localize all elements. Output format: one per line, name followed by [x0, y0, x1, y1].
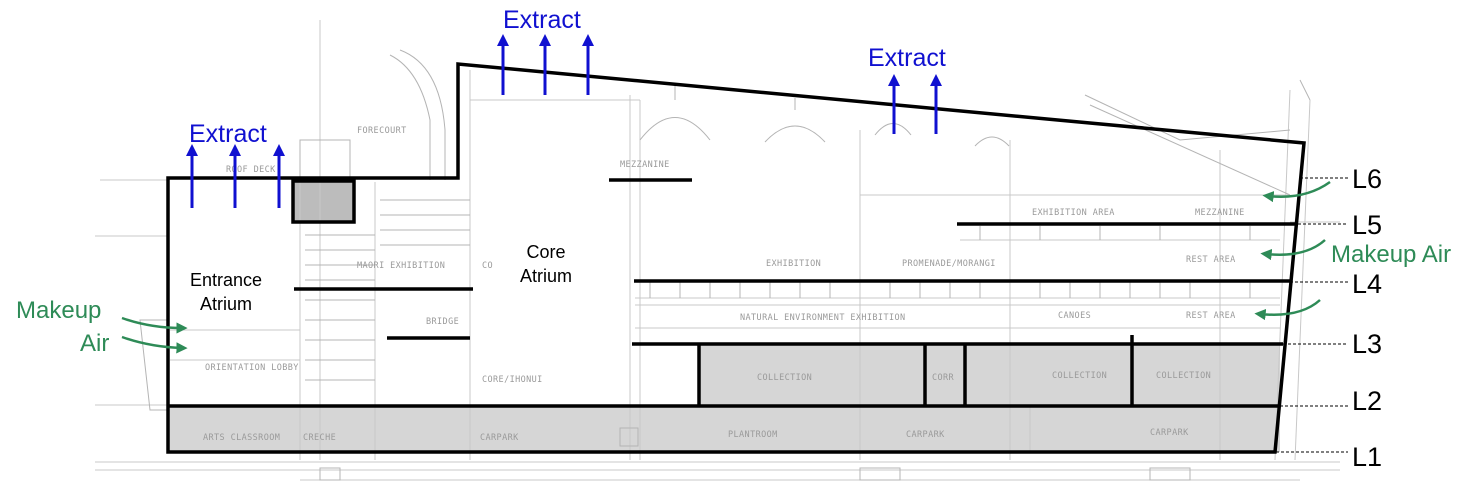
label-canoes: CANOES	[1058, 311, 1091, 321]
level-markers: L6 L5 L4 L3 L2 L1	[1276, 164, 1382, 472]
label-collection-3: COLLECTION	[1156, 371, 1211, 381]
level-label-l5: L5	[1352, 210, 1382, 240]
label-promenade: PROMENADE/MORANGI	[902, 259, 996, 269]
label-exhibition: EXHIBITION	[766, 259, 821, 269]
extract-label-right: Extract	[868, 44, 946, 72]
core-atrium-line2: Atrium	[520, 266, 572, 286]
level-label-l3: L3	[1352, 329, 1382, 359]
makeup-air-left-line1: Makeup	[16, 297, 101, 324]
label-maori-exhibition: MAORI EXHIBITION	[357, 261, 445, 271]
core-atrium-line1: Core	[526, 242, 565, 262]
space-labels: Entrance Atrium Core Atrium	[190, 242, 572, 314]
label-carpark-right: CARPARK	[1150, 428, 1189, 438]
label-collection-2: COLLECTION	[1052, 371, 1107, 381]
label-collection-1: COLLECTION	[757, 373, 812, 383]
extract-arrows-right: Extract	[868, 44, 946, 134]
label-core-ihonui: CORE/IHONUI	[482, 375, 543, 385]
level-label-l1: L1	[1352, 442, 1382, 472]
label-mezzanine-right: MEZZANINE	[1195, 208, 1245, 218]
label-corr: CORR	[932, 373, 955, 383]
label-plantroom: PLANTROOM	[728, 430, 778, 440]
label-orientation-lobby: ORIENTATION LOBBY	[205, 363, 299, 373]
label-mezzanine-core: MEZZANINE	[620, 160, 670, 170]
label-creche: CRECHE	[303, 433, 336, 443]
label-arts-classroom: ARTS CLASSROOM	[203, 433, 280, 443]
extract-arrows-left: Extract	[186, 120, 285, 208]
label-natural-environment: NATURAL ENVIRONMENT EXHIBITION	[740, 313, 906, 323]
makeup-air-arrow-icon	[121, 335, 188, 354]
label-rest-area-upper: REST AREA	[1186, 255, 1236, 265]
label-forecourt: FORECOURT	[357, 126, 407, 136]
label-carpark-middle: CARPARK	[906, 430, 945, 440]
label-exhibition-area: EXHIBITION AREA	[1032, 208, 1115, 218]
makeup-air-right-label: Makeup Air	[1331, 241, 1451, 268]
makeup-air-left-line2: Air	[80, 330, 109, 357]
label-bridge: BRIDGE	[426, 317, 459, 327]
level-label-l2: L2	[1352, 386, 1382, 416]
level-label-l4: L4	[1352, 269, 1382, 299]
label-rest-area-lower: REST AREA	[1186, 311, 1236, 321]
extract-label-center: Extract	[503, 6, 581, 34]
makeup-air-left: Makeup Air	[16, 297, 188, 357]
shaded-roof-plant	[293, 181, 354, 222]
level-label-l6: L6	[1352, 164, 1382, 194]
label-carpark-left: CARPARK	[480, 433, 519, 443]
label-co: CO	[482, 261, 493, 271]
extract-label-left: Extract	[189, 120, 267, 148]
entrance-atrium-line2: Atrium	[200, 294, 252, 314]
shaded-basement	[168, 407, 1280, 452]
entrance-atrium-line1: Entrance	[190, 270, 262, 290]
building-section-diagram: FORECOURT ROOF DECK MEZZANINE MEZZANINE …	[16, 6, 1451, 481]
extract-arrows-center: Extract	[497, 6, 594, 95]
